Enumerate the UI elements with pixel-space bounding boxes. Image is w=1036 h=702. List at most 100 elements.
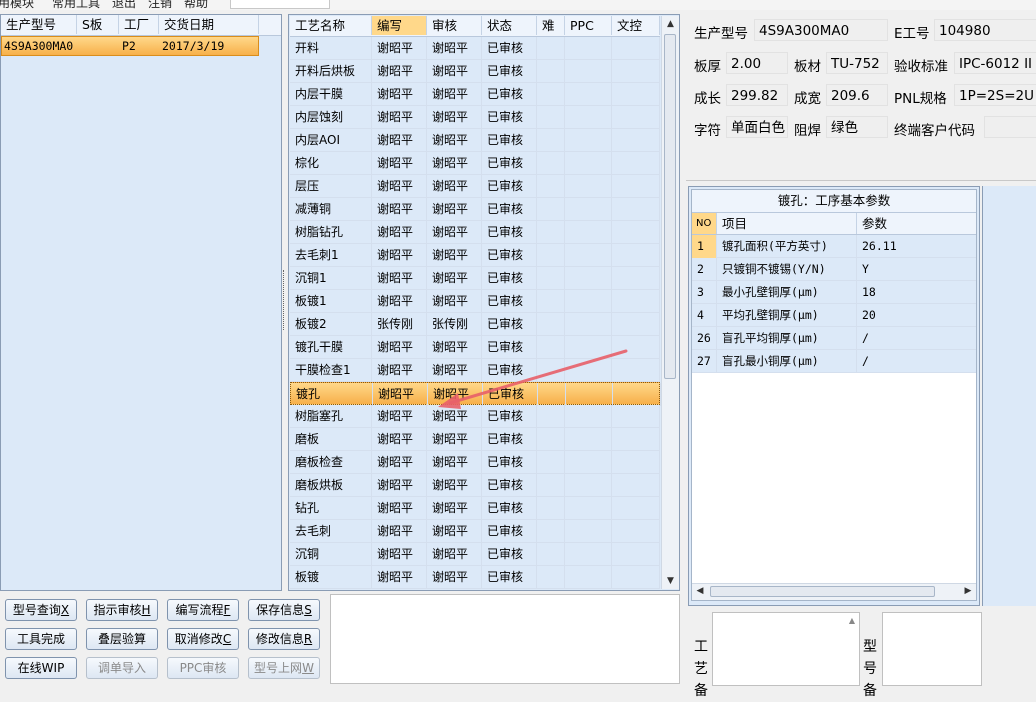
col-status[interactable]: 状态: [482, 16, 537, 35]
process-row[interactable]: 磨板检查 谢昭平 谢昭平 已审核: [290, 451, 660, 474]
col-item[interactable]: 项目: [717, 213, 857, 234]
field-model[interactable]: 4S9A300MA0: [754, 19, 888, 41]
menu-item-logout[interactable]: 注销: [148, 0, 172, 10]
col-process-name[interactable]: 工艺名称: [290, 16, 372, 35]
col-factory[interactable]: 工厂: [119, 15, 159, 34]
process-remark-label: 工艺备: [694, 639, 708, 699]
param-row[interactable]: 27 盲孔最小铜厚(μm) /: [692, 350, 976, 373]
process-row[interactable]: 去毛刺1 谢昭平 谢昭平 已审核: [290, 244, 660, 267]
save-info-button[interactable]: 保存信息S: [248, 599, 320, 621]
process-row[interactable]: 开料后烘板 谢昭平 谢昭平 已审核: [290, 60, 660, 83]
process-row[interactable]: 板镀1 谢昭平 谢昭平 已审核: [290, 290, 660, 313]
field-thickness[interactable]: 2.00: [726, 52, 788, 74]
process-row[interactable]: 板镀 谢昭平 谢昭平 已审核: [290, 566, 660, 589]
stack-check-button[interactable]: 叠层验算: [86, 628, 158, 650]
process-row[interactable]: 去毛刺 谢昭平 谢昭平 已审核: [290, 520, 660, 543]
field-pnl[interactable]: 1P=2S=2U: [954, 84, 1036, 106]
params-horizontal-scrollbar[interactable]: ◀ ▶: [692, 583, 976, 600]
model-remark-field[interactable]: [882, 612, 982, 686]
scroll-down-icon[interactable]: ▼: [662, 573, 679, 589]
import-button[interactable]: 调单导入: [86, 657, 158, 679]
param-row[interactable]: 26 盲孔平均铜厚(μm) /: [692, 327, 976, 350]
model-info-panel: 生产型号 4S9A300MA0 E工号 104980 板厚 2.00 板材 TU…: [686, 14, 1036, 180]
process-row[interactable]: 内层干膜 谢昭平 谢昭平 已审核: [290, 83, 660, 106]
cell-author: 谢昭平: [372, 37, 427, 60]
process-vertical-scrollbar[interactable]: ▲ ▼: [661, 16, 679, 589]
cell-status: 已审核: [482, 336, 537, 359]
review-button[interactable]: 指示审核H: [86, 599, 158, 621]
model-row[interactable]: 4S9A300MA0 P2 2017/3/19: [1, 36, 259, 56]
field-customer[interactable]: [984, 116, 1036, 138]
param-row[interactable]: 4 平均孔壁铜厚(μm) 20: [692, 304, 976, 327]
tool-done-button[interactable]: 工具完成: [5, 628, 77, 650]
process-row[interactable]: 树脂塞孔 谢昭平 谢昭平 已审核: [290, 405, 660, 428]
process-row[interactable]: 磨板烘板 谢昭平 谢昭平 已审核: [290, 474, 660, 497]
process-row[interactable]: 干膜检查1 谢昭平 谢昭平 已审核: [290, 359, 660, 382]
field-char[interactable]: 单面白色: [726, 116, 788, 138]
process-row[interactable]: 沉铜1 谢昭平 谢昭平 已审核: [290, 267, 660, 290]
col-value[interactable]: 参数: [857, 213, 976, 234]
col-author[interactable]: 编写: [372, 16, 427, 35]
menu-search-box[interactable]: [230, 0, 330, 9]
process-row[interactable]: 棕化 谢昭平 谢昭平 已审核: [290, 152, 660, 175]
cell-author: 谢昭平: [372, 428, 427, 451]
param-row[interactable]: 2 只镀铜不镀锡(Y/N) Y: [692, 258, 976, 281]
col-model[interactable]: 生产型号: [1, 15, 77, 34]
col-delivery-date[interactable]: 交货日期: [159, 15, 259, 34]
col-no[interactable]: NO: [692, 213, 717, 234]
param-row[interactable]: 1 镀孔面积(平方英寸) 26.11: [692, 235, 976, 258]
menu-item-modules[interactable]: 用模块: [0, 0, 34, 10]
col-ppc[interactable]: PPC: [565, 16, 612, 35]
ppc-review-button[interactable]: PPC审核: [167, 657, 239, 679]
edit-flow-button[interactable]: 编写流程F: [167, 599, 239, 621]
field-standard[interactable]: IPC-6012 II: [954, 52, 1036, 74]
process-row[interactable]: 减薄铜 谢昭平 谢昭平 已审核: [290, 198, 660, 221]
process-row[interactable]: 内层AOI 谢昭平 谢昭平 已审核: [290, 129, 660, 152]
field-width[interactable]: 209.6: [826, 84, 888, 106]
cell-status: 已审核: [482, 37, 537, 60]
upload-button[interactable]: 型号上网W: [248, 657, 320, 679]
scroll-thumb[interactable]: [664, 34, 676, 379]
cell-author: 谢昭平: [372, 497, 427, 520]
process-row[interactable]: 树脂钻孔 谢昭平 谢昭平 已审核: [290, 221, 660, 244]
menu-item-exit[interactable]: 退出: [112, 0, 136, 10]
field-eno[interactable]: 104980: [934, 19, 1036, 41]
splitter-grip[interactable]: [283, 270, 288, 330]
menu-item-help[interactable]: 帮助: [184, 0, 208, 10]
scroll-up-icon[interactable]: ▲: [662, 16, 679, 32]
col-reviewer[interactable]: 审核: [427, 16, 482, 35]
process-row[interactable]: 沉铜 谢昭平 谢昭平 已审核: [290, 543, 660, 566]
cell-status: 已审核: [482, 566, 537, 589]
cell-ppc: [565, 497, 612, 520]
process-row[interactable]: 钻孔 谢昭平 谢昭平 已审核: [290, 497, 660, 520]
cell-author: 谢昭平: [372, 106, 427, 129]
params-scroll-thumb[interactable]: [710, 586, 935, 597]
cell-ppc: [565, 106, 612, 129]
col-doc-control[interactable]: 文控: [612, 16, 660, 35]
online-wip-button[interactable]: 在线WIP: [5, 657, 77, 679]
query-model-button[interactable]: 型号查询X: [5, 599, 77, 621]
col-difficulty[interactable]: 难: [537, 16, 565, 35]
process-row[interactable]: 镀孔 谢昭平 谢昭平 已审核: [290, 382, 661, 406]
cell-process-name: 减薄铜: [290, 198, 372, 221]
side-panel: [982, 186, 1036, 606]
process-row[interactable]: 磨板 谢昭平 谢昭平 已审核: [290, 428, 660, 451]
process-remark-field[interactable]: ▲: [712, 612, 860, 686]
remark-scroll-up-icon[interactable]: ▲: [845, 613, 859, 629]
cell-difficulty: [537, 451, 565, 474]
scroll-right-icon[interactable]: ▶: [960, 584, 976, 599]
field-length[interactable]: 299.82: [726, 84, 788, 106]
field-mask[interactable]: 绿色: [826, 116, 888, 138]
cancel-edit-button[interactable]: 取消修改C: [167, 628, 239, 650]
menu-item-tools[interactable]: 常用工具: [52, 0, 100, 10]
scroll-left-icon[interactable]: ◀: [692, 584, 708, 599]
process-row[interactable]: 内层蚀刻 谢昭平 谢昭平 已审核: [290, 106, 660, 129]
process-row[interactable]: 板镀2 张传刚 张传刚 已审核: [290, 313, 660, 336]
field-material[interactable]: TU-752: [826, 52, 888, 74]
col-s-board[interactable]: S板: [77, 15, 119, 34]
process-row[interactable]: 镀孔干膜 谢昭平 谢昭平 已审核: [290, 336, 660, 359]
process-row[interactable]: 层压 谢昭平 谢昭平 已审核: [290, 175, 660, 198]
modify-info-button[interactable]: 修改信息R: [248, 628, 320, 650]
process-row[interactable]: 开料 谢昭平 谢昭平 已审核: [290, 37, 660, 60]
param-row[interactable]: 3 最小孔壁铜厚(μm) 18: [692, 281, 976, 304]
